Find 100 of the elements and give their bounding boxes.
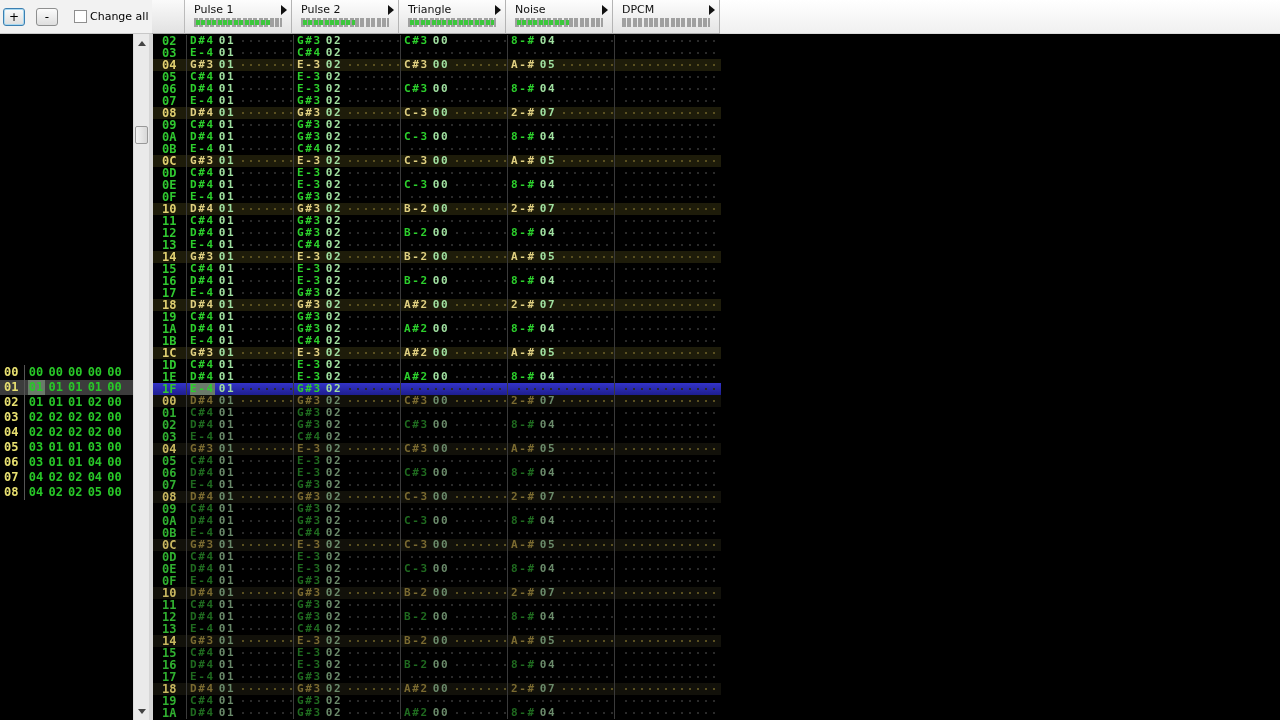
pattern-row[interactable]: 0E D#4 01 E-3 02 C-3 00 8-# 04	[153, 563, 721, 575]
pattern-row[interactable]: 17 E-4 01 G#3 02	[153, 287, 721, 299]
scroll-up-icon[interactable]	[137, 41, 146, 46]
pattern-row[interactable]: 08 D#4 01 G#3 02 C-3 00 2-# 07	[153, 491, 721, 503]
arrow-icon[interactable]	[495, 4, 501, 15]
instrument-number: 02	[325, 479, 343, 491]
pattern-row[interactable]: 01 C#4 01 G#3 02	[153, 407, 721, 419]
pattern-row[interactable]: 1F E-4 01 G#3 02	[153, 383, 721, 395]
pattern-row[interactable]: 0E D#4 01 E-3 02 C-3 00 8-# 04	[153, 179, 721, 191]
pattern-row[interactable]: 10 D#4 01 G#3 02 B-2 00 2-# 07	[153, 587, 721, 599]
pattern-row[interactable]: 02 D#4 01 G#3 02 C#3 00 8-# 04	[153, 419, 721, 431]
pattern-row[interactable]: 07 E-4 01 G#3 02	[153, 95, 721, 107]
pattern-row[interactable]: 16 D#4 01 E-3 02 B-2 00 8-# 04	[153, 659, 721, 671]
pattern-row[interactable]: 18 D#4 01 G#3 02 A#2 00 2-# 07	[153, 683, 721, 695]
frame-row[interactable]: 02 01 01 01 02 00	[0, 395, 133, 410]
pattern-row[interactable]: 05 C#4 01 E-3 02	[153, 455, 721, 467]
pattern-row[interactable]: 06 D#4 01 E-3 02 C#3 00 8-# 04	[153, 467, 721, 479]
pattern-row[interactable]: 14 G#3 01 E-3 02 B-2 00 A-# 05	[153, 635, 721, 647]
arrow-icon[interactable]	[388, 4, 394, 15]
pattern-row[interactable]: 12 D#4 01 G#3 02 B-2 00 8-# 04	[153, 227, 721, 239]
instrument-number: 00	[432, 35, 450, 47]
pattern-row[interactable]: 18 D#4 01 G#3 02 A#2 00 2-# 07	[153, 299, 721, 311]
channel-header[interactable]: Triangle	[399, 0, 506, 34]
pattern-row[interactable]: 04 G#3 01 E-3 02 C#3 00 A-# 05	[153, 443, 721, 455]
pattern-row[interactable]: 12 D#4 01 G#3 02 B-2 00 8-# 04	[153, 611, 721, 623]
pattern-row[interactable]: 0D C#4 01 E-3 02	[153, 167, 721, 179]
channel-header[interactable]: DPCM	[613, 0, 720, 34]
frame-number: 06	[0, 455, 25, 470]
channel-header[interactable]: Noise	[506, 0, 613, 34]
note-text: D#4	[190, 419, 215, 431]
arrow-icon[interactable]	[709, 4, 715, 15]
arrow-icon[interactable]	[602, 4, 608, 15]
pattern-row[interactable]: 1C G#3 01 E-3 02 A#2 00 A-# 05	[153, 347, 721, 359]
pattern-row[interactable]: 08 D#4 01 G#3 02 C-3 00 2-# 07	[153, 107, 721, 119]
pattern-row[interactable]: 07 E-4 01 G#3 02	[153, 479, 721, 491]
pattern-row[interactable]: 00 D#4 01 G#3 02 C#3 00 2-# 07	[153, 395, 721, 407]
pattern-row[interactable]: 02 D#4 01 G#3 02 C#3 00 8-# 04	[153, 35, 721, 47]
scrollbar[interactable]	[133, 34, 149, 720]
channel-header[interactable]: Pulse 2	[292, 0, 399, 34]
frame-row[interactable]: 01 01 01 01 01 00	[0, 380, 133, 395]
scroll-down-icon[interactable]	[137, 709, 146, 714]
note-text: E-3	[297, 539, 322, 551]
note-text: 8-#	[511, 515, 536, 527]
frame-row[interactable]: 06 03 01 01 04 00	[0, 455, 133, 470]
frame-row[interactable]: 07 04 02 02 04 00	[0, 470, 133, 485]
scrollbar-thumb[interactable]	[135, 126, 148, 144]
frame-row[interactable]: 05 03 01 01 03 00	[0, 440, 133, 455]
pattern-row[interactable]: 13 E-4 01 C#4 02	[153, 239, 721, 251]
pattern-row[interactable]: 04 G#3 01 E-3 02 C#3 00 A-# 05	[153, 59, 721, 71]
pattern-row[interactable]: 03 E-4 01 C#4 02	[153, 47, 721, 59]
pattern-row[interactable]: 0B E-4 01 C#4 02	[153, 143, 721, 155]
pattern-row[interactable]: 1A D#4 01 G#3 02 A#2 00 8-# 04	[153, 323, 721, 335]
row-number: 16	[161, 275, 178, 287]
row-number: 15	[161, 263, 178, 275]
pattern-row[interactable]: 03 E-4 01 C#4 02	[153, 431, 721, 443]
pattern-row[interactable]: 0F E-4 01 G#3 02	[153, 191, 721, 203]
pattern-row[interactable]: 11 C#4 01 G#3 02	[153, 215, 721, 227]
row-number: 1E	[161, 371, 178, 383]
pattern-row[interactable]: 0B E-4 01 C#4 02	[153, 527, 721, 539]
pattern-row[interactable]: 0C G#3 01 E-3 02 C-3 00 A-# 05	[153, 155, 721, 167]
pattern-row[interactable]: 15 C#4 01 E-3 02	[153, 647, 721, 659]
pattern-row[interactable]: 11 C#4 01 G#3 02	[153, 599, 721, 611]
pattern-row[interactable]: 0A D#4 01 G#3 02 C-3 00 8-# 04	[153, 515, 721, 527]
pattern-row[interactable]: 1D C#4 01 E-3 02	[153, 359, 721, 371]
arrow-icon[interactable]	[281, 4, 287, 15]
note-text: D#4	[190, 515, 215, 527]
pattern-row[interactable]: 0C G#3 01 E-3 02 C-3 00 A-# 05	[153, 539, 721, 551]
pattern-row[interactable]: 19 C#4 01 G#3 02	[153, 695, 721, 707]
row-number: 06	[161, 83, 178, 95]
instrument-number: 02	[325, 59, 343, 71]
pattern-row[interactable]: 09 C#4 01 G#3 02	[153, 503, 721, 515]
frame-button[interactable]: -	[36, 8, 58, 26]
pattern-row[interactable]: 0A D#4 01 G#3 02 C-3 00 8-# 04	[153, 131, 721, 143]
frame-row[interactable]: 03 02 02 02 02 00	[0, 410, 133, 425]
channel-header[interactable]: Pulse 1	[185, 0, 292, 34]
pattern-row[interactable]: 0D C#4 01 E-3 02	[153, 551, 721, 563]
note-text: G#3	[190, 155, 215, 167]
pattern-row[interactable]: 15 C#4 01 E-3 02	[153, 263, 721, 275]
frame-row[interactable]: 04 02 02 02 02 00	[0, 425, 133, 440]
pattern-row[interactable]: 13 E-4 01 C#4 02	[153, 623, 721, 635]
pattern-row[interactable]: 1B E-4 01 C#4 02	[153, 335, 721, 347]
pattern-row[interactable]: 05 C#4 01 E-3 02	[153, 71, 721, 83]
pattern-row[interactable]: 1A D#4 01 G#3 02 A#2 00 8-# 04	[153, 707, 721, 719]
instrument-number: 01	[218, 635, 236, 647]
pattern-row[interactable]: 0F E-4 01 G#3 02	[153, 575, 721, 587]
change-all-checkbox[interactable]	[74, 10, 87, 23]
note-text: B-2	[404, 659, 429, 671]
pattern-row[interactable]: 17 E-4 01 G#3 02	[153, 671, 721, 683]
frame-row[interactable]: 08 04 02 02 05 00	[0, 485, 133, 500]
instrument-number: 01	[218, 167, 236, 179]
pattern-row[interactable]: 06 D#4 01 E-3 02 C#3 00 8-# 04	[153, 83, 721, 95]
pattern-row[interactable]: 16 D#4 01 E-3 02 B-2 00 8-# 04	[153, 275, 721, 287]
frame-button[interactable]: +	[3, 8, 25, 26]
row-number: 0F	[161, 191, 178, 203]
pattern-row[interactable]: 19 C#4 01 G#3 02	[153, 311, 721, 323]
instrument-number: 00	[432, 59, 450, 71]
pattern-row[interactable]: 14 G#3 01 E-3 02 B-2 00 A-# 05	[153, 251, 721, 263]
instrument-number: 01	[218, 359, 236, 371]
pattern-row[interactable]: 10 D#4 01 G#3 02 B-2 00 2-# 07	[153, 203, 721, 215]
pattern-row[interactable]: 09 C#4 01 G#3 02	[153, 119, 721, 131]
